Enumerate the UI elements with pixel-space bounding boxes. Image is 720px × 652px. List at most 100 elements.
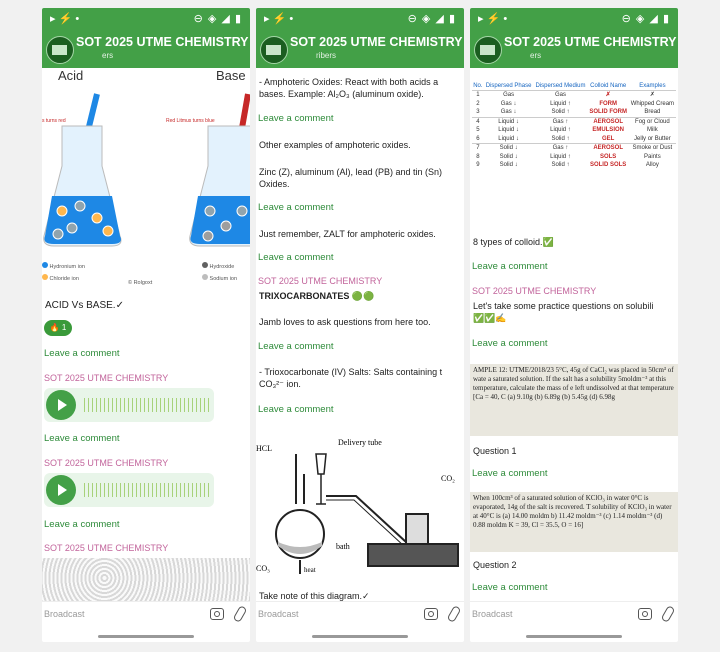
message-trioxo-salts: - Trioxocarbonate (IV) Salts: Salts cont…	[259, 367, 443, 389]
label-caco3: CO₃	[256, 564, 270, 573]
leave-comment-link[interactable]: Leave a comment	[44, 519, 120, 530]
question-image-1[interactable]: AMPLE 12: UTME/2018/23 5°C, 45g of CaCl₂…	[470, 364, 678, 436]
colloid-row: 2 Gas ↓ Liquid ↑ FORM Whipped Cream	[472, 100, 676, 109]
colloid-cell: Liquid ↑	[550, 153, 571, 160]
channel-avatar[interactable]	[474, 36, 502, 64]
leave-comment-link[interactable]: Leave a comment	[472, 338, 548, 349]
channel-title[interactable]: SOT 2025 UTME CHEMISTRY	[76, 35, 249, 49]
colloid-cell: Alloy	[645, 162, 659, 168]
message-list[interactable]: No. Dispersed Phase Dispersed Medium Col…	[470, 68, 678, 602]
channel-header[interactable]: SOT 2025 UTME CHEMISTRY ers	[470, 30, 678, 68]
colloid-cell: 3	[476, 109, 480, 115]
attach-icon[interactable]	[446, 605, 462, 623]
colloid-table-image[interactable]: No. Dispersed Phase Dispersed Medium Col…	[472, 82, 676, 170]
colloid-cell: SOLID FORM	[589, 109, 627, 115]
leave-comment-link[interactable]: Leave a comment	[258, 252, 334, 263]
question-1-text: AMPLE 12: UTME/2018/23 5°C, 45g of CaCl₂…	[473, 366, 674, 401]
leave-comment-link[interactable]: Leave a comment	[44, 433, 120, 444]
th-medium: Dispersed Medium	[533, 82, 588, 91]
play-icon[interactable]	[46, 390, 76, 420]
phone-screen-3: ▸ ⚡ • ⊖ ◈ ◢ ▮ SOT 2025 UTME CHEMISTRY er…	[470, 8, 678, 642]
colloid-cell: Solid ↓	[499, 162, 518, 168]
question-1-label: Question 1	[473, 446, 517, 456]
leave-comment-link[interactable]: Leave a comment	[258, 404, 334, 415]
leave-comment-link[interactable]: Leave a comment	[472, 261, 548, 272]
leave-comment-link[interactable]: Leave a comment	[472, 582, 548, 593]
sender-name: SOT 2025 UTME CHEMISTRY	[44, 373, 169, 383]
label-delivery-tube: Delivery tube	[338, 438, 382, 447]
channel-title[interactable]: SOT 2025 UTME CHEMISTRY	[290, 35, 463, 49]
broadcast-bar[interactable]: Broadcast	[470, 601, 678, 628]
message-list[interactable]: Acid Base s turns red Red Litmus turns b…	[42, 68, 250, 602]
colloid-cell: Gas ↑	[533, 116, 588, 126]
question-image-2[interactable]: When 100cm³ of a saturated solution of K…	[470, 492, 678, 552]
channel-subtitle: ers	[102, 51, 114, 60]
message-trioxo-title: TRIXOCARBONATES 🟢🟢	[259, 291, 375, 301]
broadcast-input[interactable]: Broadcast	[258, 609, 299, 619]
broadcast-input[interactable]: Broadcast	[44, 609, 85, 619]
legend-hydronium: Hydronium ion	[49, 264, 85, 270]
status-right: ⊖ ◈ ◢ ▮	[193, 13, 242, 25]
colloid-cell: Fog or Cloud	[628, 116, 676, 126]
status-left: ▸ ⚡ •	[264, 13, 294, 25]
message-acid-vs-base: ACID Vs BASE.✓	[45, 300, 124, 311]
colloid-cell: Bread	[644, 109, 661, 115]
leave-comment-link[interactable]: Leave a comment	[258, 113, 334, 124]
image-credit: © Rolgoxt	[128, 280, 153, 286]
colloid-cell: 5	[476, 127, 480, 133]
colloid-table: No. Dispersed Phase Dispersed Medium Col…	[472, 82, 676, 170]
colloid-cell: Solid ↓	[483, 143, 534, 153]
home-indicator[interactable]	[526, 635, 622, 638]
message-list[interactable]: - Amphoteric Oxides: React with both aci…	[256, 68, 464, 602]
waveform[interactable]	[84, 398, 209, 412]
camera-icon[interactable]	[424, 608, 438, 620]
colloid-cell: Jelly or Butter	[634, 135, 671, 142]
colloid-cell: Whipped Cream	[630, 100, 675, 107]
colloid-cell: Gas ↑	[533, 143, 588, 153]
play-icon[interactable]	[46, 475, 76, 505]
label-heat: heat	[304, 566, 316, 574]
home-indicator[interactable]	[98, 635, 194, 638]
leave-comment-link[interactable]: Leave a comment	[258, 202, 334, 213]
legend-hydroxide: Hydroxide	[209, 264, 235, 270]
th-no: No.	[472, 82, 484, 91]
acid-base-image[interactable]: Acid Base s turns red Red Litmus turns b…	[42, 68, 250, 294]
leave-comment-link[interactable]: Leave a comment	[44, 348, 120, 359]
colloid-cell: Gas	[503, 92, 515, 98]
colloid-cell: 2	[476, 100, 480, 107]
colloid-cell: Liquid ↓	[498, 135, 519, 142]
waveform[interactable]	[84, 483, 209, 497]
broadcast-input[interactable]: Broadcast	[472, 609, 513, 619]
message-zinc: Zinc (Z), aluminum (Al), lead (PB) and t…	[259, 167, 443, 189]
home-indicator[interactable]	[312, 635, 408, 638]
colloid-cell: Milk	[647, 127, 658, 133]
broadcast-bar[interactable]: Broadcast	[42, 601, 250, 628]
channel-avatar[interactable]	[260, 36, 288, 64]
channel-avatar[interactable]	[46, 36, 74, 64]
leave-comment-link[interactable]: Leave a comment	[258, 341, 334, 352]
apparatus-diagram[interactable]: HCL Delivery tube CO₂ bath heat CO₃	[256, 434, 464, 584]
status-bar: ▸ ⚡ • ⊖ ◈ ◢ ▮	[470, 8, 678, 30]
sender-name: SOT 2025 UTME CHEMISTRY	[472, 286, 597, 296]
voice-note-1[interactable]	[44, 388, 214, 422]
attach-icon[interactable]	[660, 605, 676, 623]
phone-screen-2: ▸ ⚡ • ⊖ ◈ ◢ ▮ SOT 2025 UTME CHEMISTRY ri…	[256, 8, 464, 642]
colloid-cell: Solid ↑	[551, 162, 570, 168]
channel-header[interactable]: SOT 2025 UTME CHEMISTRY ers	[42, 30, 250, 68]
colloid-cell: Liquid ↓	[498, 127, 519, 133]
channel-header[interactable]: SOT 2025 UTME CHEMISTRY ribers	[256, 30, 464, 68]
camera-icon[interactable]	[638, 608, 652, 620]
sender-name: SOT 2025 UTME CHEMISTRY	[44, 543, 169, 553]
attach-icon[interactable]	[232, 605, 248, 623]
colloid-cell: EMULSION	[592, 127, 624, 133]
sender-name: SOT 2025 UTME CHEMISTRY	[44, 458, 169, 468]
broadcast-bar[interactable]: Broadcast	[256, 601, 464, 628]
colloid-cell: 8	[476, 153, 480, 160]
voice-note-2[interactable]	[44, 473, 214, 507]
reaction-badge[interactable]: 🔥 1	[44, 320, 72, 336]
leave-comment-link[interactable]: Leave a comment	[472, 468, 548, 479]
camera-icon[interactable]	[210, 608, 224, 620]
th-examples: Examples	[628, 82, 676, 91]
image-salt-crystals[interactable]	[42, 558, 250, 602]
channel-title[interactable]: SOT 2025 UTME CHEMISTRY	[504, 35, 677, 49]
